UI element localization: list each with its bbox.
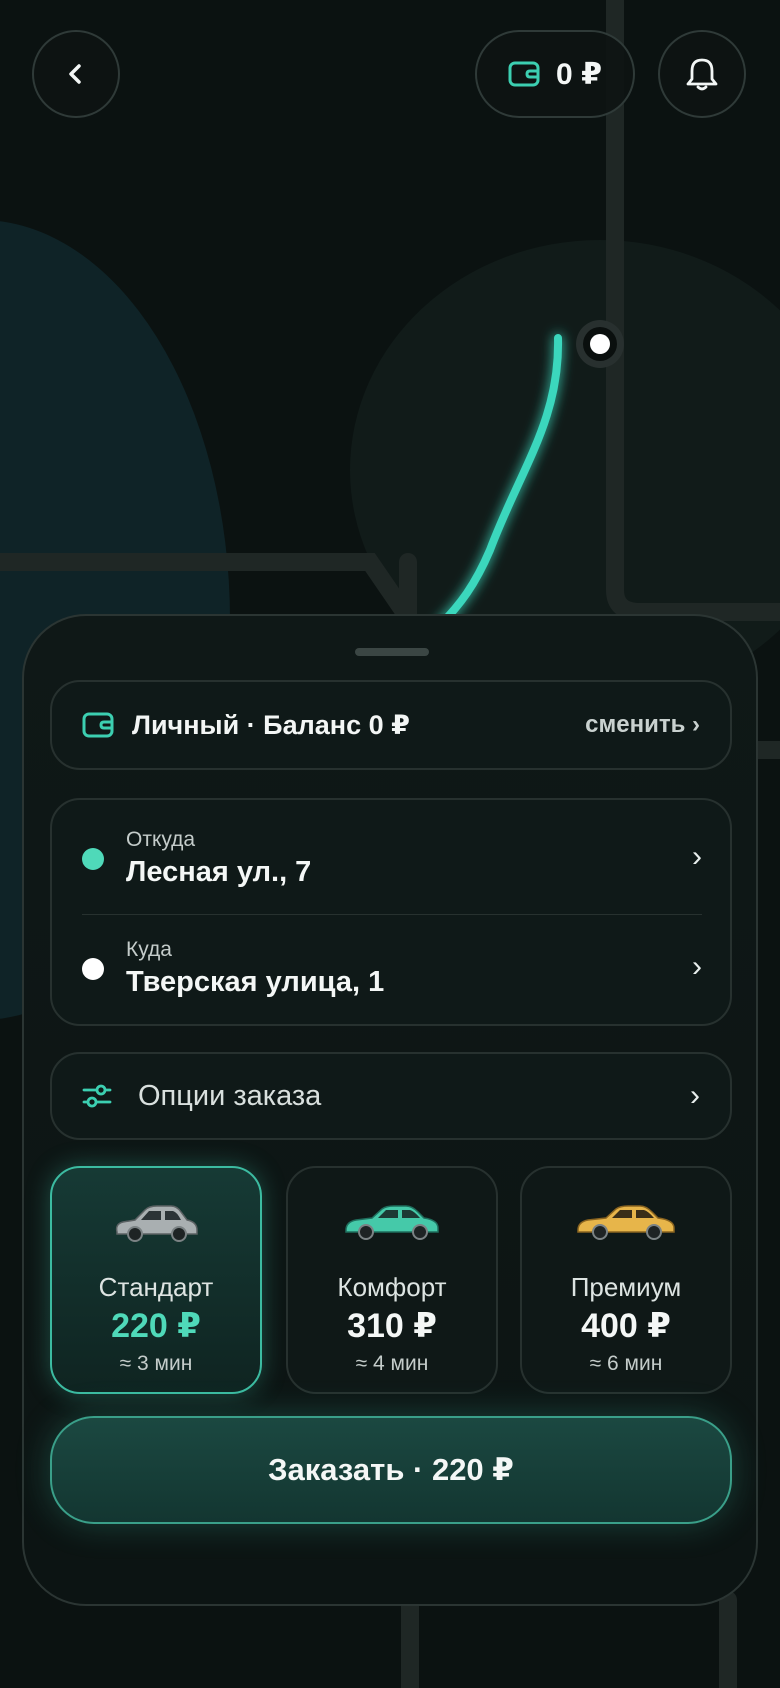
order-options-label: Опции заказа bbox=[138, 1079, 322, 1112]
bell-icon bbox=[686, 58, 718, 91]
to-label: Куда bbox=[126, 938, 172, 961]
origin-dot bbox=[82, 848, 104, 870]
wallet-icon bbox=[82, 712, 114, 738]
tariff-premium[interactable]: Премиум 400 ₽ ≈ 6 мин bbox=[520, 1166, 732, 1394]
change-account-link[interactable]: сменить › bbox=[585, 711, 700, 739]
tariff-price: 310 ₽ bbox=[347, 1307, 437, 1345]
tariff-price: 400 ₽ bbox=[581, 1307, 671, 1345]
tariff-name: Премиум bbox=[570, 1272, 682, 1302]
wallet-icon bbox=[508, 61, 540, 87]
sheet-grabber[interactable] bbox=[355, 648, 429, 656]
tariff-eta: ≈ 3 мин bbox=[119, 1352, 193, 1375]
account-label: Личный · Баланс 0 ₽ bbox=[132, 709, 410, 740]
route-to-row[interactable]: Куда Тверская улица, 1 › bbox=[52, 912, 730, 1022]
car-icon bbox=[115, 1205, 198, 1242]
route-from-row[interactable]: Откуда Лесная ул., 7 › bbox=[52, 800, 730, 910]
chevron-right-icon: › bbox=[692, 840, 702, 873]
tariff-comfort[interactable]: Комфорт 310 ₽ ≈ 4 мин bbox=[286, 1166, 498, 1394]
tariff-standard[interactable]: Стандарт 220 ₽ ≈ 3 мин bbox=[50, 1166, 262, 1394]
tariff-name: Комфорт bbox=[337, 1272, 447, 1302]
car-icon bbox=[577, 1205, 675, 1240]
order-button[interactable]: Заказать · 220 ₽ bbox=[50, 1416, 732, 1524]
from-address: Лесная ул., 7 bbox=[126, 856, 312, 888]
chevron-left-icon bbox=[69, 64, 81, 84]
tariff-price: 220 ₽ bbox=[111, 1307, 201, 1345]
payment-account-row[interactable]: Личный · Баланс 0 ₽ сменить › bbox=[50, 680, 732, 770]
sliders-icon bbox=[82, 1084, 112, 1108]
order-sheet: Личный · Баланс 0 ₽ сменить › Откуда Лес… bbox=[22, 614, 758, 1606]
tariff-name: Стандарт bbox=[98, 1272, 214, 1302]
destination-dot bbox=[82, 958, 104, 980]
order-options-row[interactable]: Опции заказа › bbox=[50, 1052, 732, 1140]
wallet-balance-button[interactable]: 0 ₽ bbox=[475, 30, 635, 118]
wallet-amount: 0 ₽ bbox=[556, 57, 602, 91]
chevron-right-icon: › bbox=[692, 950, 702, 983]
tariff-eta: ≈ 4 мин bbox=[355, 1352, 429, 1375]
chevron-right-icon: › bbox=[690, 1079, 700, 1112]
from-label: Откуда bbox=[126, 828, 196, 851]
notifications-button[interactable] bbox=[658, 30, 746, 118]
tariff-eta: ≈ 6 мин bbox=[589, 1352, 663, 1375]
back-button[interactable] bbox=[32, 30, 120, 118]
to-address: Тверская улица, 1 bbox=[126, 966, 385, 998]
car-icon bbox=[345, 1205, 439, 1240]
route-card: Откуда Лесная ул., 7 › Куда Тверская ули… bbox=[50, 798, 732, 1026]
